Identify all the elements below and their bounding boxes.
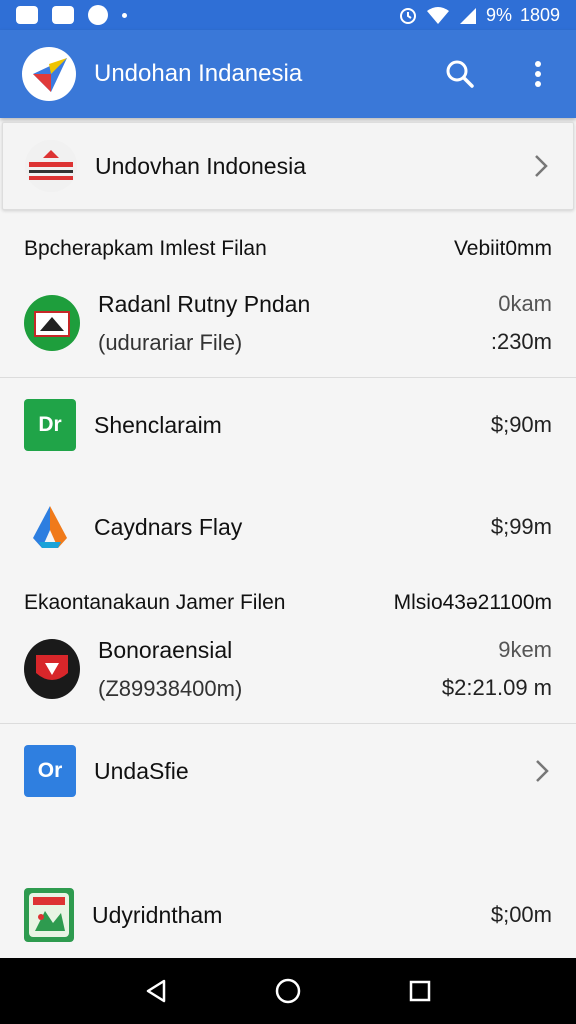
section-title: Bpcherapkam Imlest Filan — [24, 237, 267, 260]
section-header: Bpcherapkam Imlest Filan Vebiit0mm — [0, 232, 576, 266]
chevron-right-icon — [536, 760, 549, 782]
clock: 1809 — [519, 4, 560, 25]
chevron-right-icon — [535, 155, 548, 177]
item-subtitle: (Z89938400m) — [98, 675, 243, 701]
item-meta: $;90m — [490, 412, 552, 437]
drive-triangle-icon — [24, 501, 76, 553]
item-title: UndaSfie — [94, 757, 189, 784]
item-meta-bottom: $2:21.09 m — [441, 675, 552, 700]
system-nav-bar — [0, 958, 576, 1024]
status-bar: 9% 1809 — [0, 0, 576, 30]
item-title: Radanl Rutny Pndan — [98, 290, 311, 317]
list-item[interactable]: Dr Shenclaraim $;90m — [0, 398, 576, 452]
item-title: Shenclaraim — [94, 411, 222, 438]
search-button[interactable] — [442, 56, 478, 92]
app-logo — [22, 47, 76, 101]
item-meta-top: 9kem — [498, 637, 552, 662]
sync-icon — [88, 5, 108, 25]
recents-square-icon — [409, 980, 431, 1002]
home-circle-icon — [275, 978, 301, 1004]
search-icon — [446, 60, 474, 88]
divider — [0, 723, 576, 724]
app-title: Undohan Indanesia — [94, 60, 303, 87]
message-icon — [52, 6, 74, 24]
item-meta: $;99m — [490, 514, 552, 539]
section-header: Ekaontanakaun Jamer Filen Mlsio43ə21100m — [0, 586, 576, 620]
item-meta-bottom: :230m — [490, 329, 552, 354]
item-subtitle: (udurariar File) — [98, 329, 243, 355]
shield-red-icon — [24, 639, 80, 699]
map-app-icon — [24, 888, 74, 942]
back-triangle-icon — [146, 979, 166, 1003]
dot-icon — [122, 12, 127, 18]
flag-icon — [25, 140, 77, 192]
flag-badge-icon — [24, 295, 80, 351]
section-value: Mlsio43ə21100m — [393, 591, 552, 614]
alarm-icon — [399, 8, 416, 24]
list-item[interactable]: Bonoraensial (Z89938400m) 9kem $2:21.09 … — [0, 628, 576, 710]
section-value: Vebiit0mm — [453, 237, 552, 260]
list-item[interactable]: Caydnars Flay $;99m — [0, 500, 576, 554]
notification-icon — [16, 6, 38, 24]
recents-button[interactable] — [400, 971, 440, 1011]
more-vert-icon — [535, 61, 541, 87]
back-button[interactable] — [136, 971, 176, 1011]
item-meta-top: 0kam — [498, 291, 552, 316]
compass-logo-icon — [33, 58, 67, 92]
overflow-menu-button[interactable] — [520, 56, 556, 92]
item-meta: $;00m — [490, 902, 552, 927]
app-icon-or: Or — [24, 745, 76, 797]
home-button[interactable] — [268, 971, 308, 1011]
list-item[interactable]: Radanl Rutny Pndan (udurariar File) 0kam… — [0, 282, 576, 364]
battery-text: 9% — [485, 4, 512, 25]
header-title: Undovhan Indonesia — [95, 152, 306, 179]
list-item[interactable]: Udyridntham $;00m — [0, 886, 576, 944]
item-title: Udyridntham — [92, 901, 223, 928]
app-icon-dr: Dr — [24, 399, 76, 451]
divider — [0, 377, 576, 378]
item-title: Caydnars Flay — [94, 513, 243, 540]
item-title: Bonoraensial — [98, 636, 233, 663]
section-title: Ekaontanakaun Jamer Filen — [24, 591, 286, 614]
list-item[interactable]: Or UndaSfie — [0, 744, 576, 798]
wifi-icon — [426, 7, 449, 24]
signal-icon — [459, 8, 476, 24]
app-bar: Undohan Indanesia — [0, 30, 576, 118]
header-card[interactable]: Undovhan Indonesia — [2, 122, 574, 210]
